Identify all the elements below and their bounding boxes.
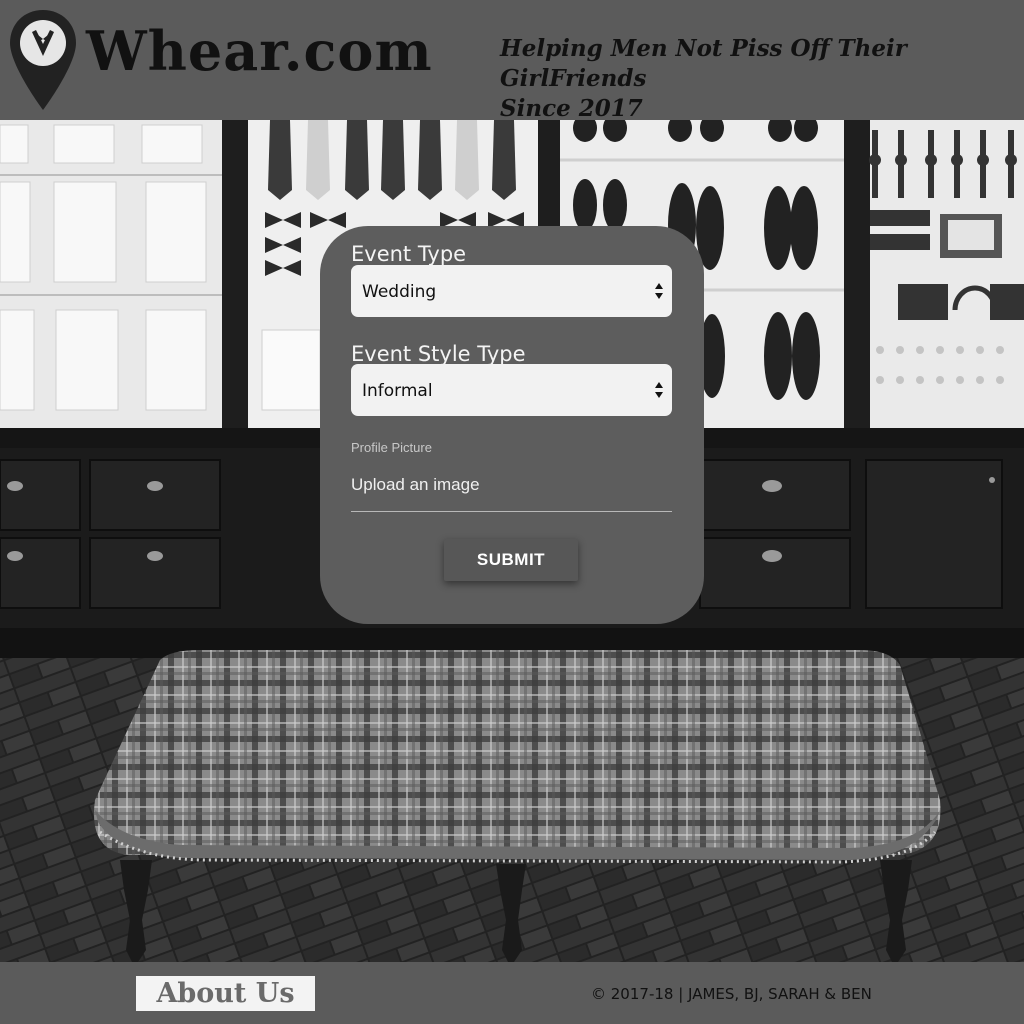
upload-image-input[interactable]: Upload an image bbox=[351, 475, 480, 495]
about-us-link[interactable]: About Us bbox=[136, 976, 315, 1011]
event-style-label: Event Style Type bbox=[351, 342, 526, 366]
site-footer: About Us © 2017-18 | JAMES, BJ, SARAH & … bbox=[0, 962, 1024, 1024]
event-type-label: Event Type bbox=[351, 242, 467, 266]
profile-picture-label: Profile Picture bbox=[351, 440, 432, 455]
event-type-value: Wedding bbox=[362, 282, 437, 302]
up-down-caret-icon bbox=[655, 382, 663, 398]
tagline: Helping Men Not Piss Off Their GirlFrien… bbox=[500, 34, 1010, 124]
site-header: Whear.com Helping Men Not Piss Off Their… bbox=[0, 0, 1024, 122]
submit-button[interactable]: SUBMIT bbox=[444, 539, 578, 581]
upload-underline bbox=[351, 511, 672, 512]
event-style-select[interactable]: Informal bbox=[351, 364, 672, 416]
event-form-card: Event Type Wedding Event Style Type Info… bbox=[320, 226, 704, 624]
logo-pin-icon[interactable] bbox=[8, 8, 78, 112]
tagline-line-1: Helping Men Not Piss Off Their GirlFrien… bbox=[500, 35, 907, 92]
copyright-text: © 2017-18 | JAMES, BJ, SARAH & BEN bbox=[591, 985, 872, 1003]
brand-name[interactable]: Whear.com bbox=[86, 24, 433, 78]
event-type-select[interactable]: Wedding bbox=[351, 265, 672, 317]
event-style-value: Informal bbox=[362, 381, 433, 401]
up-down-caret-icon bbox=[655, 283, 663, 299]
